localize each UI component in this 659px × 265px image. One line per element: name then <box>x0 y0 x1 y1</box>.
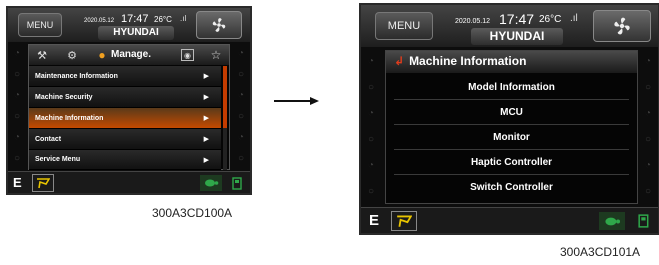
scrollbar-thumb[interactable] <box>223 66 227 128</box>
menu-button[interactable]: MENU <box>375 12 433 40</box>
attachment-icon <box>37 178 50 189</box>
menu-item-service-menu[interactable]: Service Menu ▶ <box>29 150 221 170</box>
fuel-icon <box>228 174 248 192</box>
chevron-right-icon: ▶ <box>203 115 209 122</box>
star-icon[interactable]: ☆ <box>209 48 223 62</box>
right-indicator-column: ◔ ○ ◔ ○ ◔ ○ <box>237 48 245 164</box>
chevron-right-icon: ▶ <box>203 136 209 143</box>
manage-menu-list: Maintenance Information ▶ Machine Securit… <box>29 66 229 170</box>
fan-icon <box>614 17 630 35</box>
left-indicator-column: ◔ ○ ◔ ○ ◔ ○ <box>367 56 375 197</box>
list-item-mcu[interactable]: MCU <box>394 100 629 125</box>
menu-header: ⚒ ⚙ ● Manage. ◉ ☆ <box>29 45 229 65</box>
camera-icon[interactable]: ◉ <box>181 49 194 61</box>
top-bar: MENU 2020.05.12 17:47 26°C .ıl HYUNDAI <box>8 8 250 42</box>
caption-left: 300A3CD100A <box>152 206 233 220</box>
gear-indicator: E <box>13 175 22 190</box>
signal-icon: .ıl <box>180 14 187 23</box>
back-arrow-icon[interactable]: ↲ <box>394 54 404 68</box>
fan-button[interactable] <box>593 10 651 42</box>
fan-icon <box>212 18 226 32</box>
bucket-icon[interactable] <box>32 174 54 192</box>
temperature-text: 26°C <box>154 15 172 24</box>
menu-item-machine-security[interactable]: Machine Security ▶ <box>29 87 221 108</box>
time-text: 17:47 <box>499 11 535 27</box>
list-item-switch-controller[interactable]: Switch Controller <box>394 175 629 200</box>
wrench-icon[interactable]: ⚒ <box>35 48 49 62</box>
fan-button[interactable] <box>196 11 242 39</box>
menu-button[interactable]: MENU <box>18 13 62 37</box>
menu-scrollbar[interactable] <box>223 66 227 170</box>
chevron-right-icon: ▶ <box>203 94 209 101</box>
user-icon[interactable]: ● <box>95 48 109 62</box>
panel-title: ↲ Machine Information <box>394 54 526 68</box>
monitor-screen-manage: MENU 2020.05.12 17:47 26°C .ıl HYUNDAI ◔… <box>6 6 252 195</box>
chevron-right-icon: ▶ <box>203 73 209 80</box>
manage-label: Manage. <box>111 49 152 60</box>
menu-item-maintenance-information[interactable]: Maintenance Information ▶ <box>29 66 221 87</box>
bucket-icon[interactable] <box>391 211 417 231</box>
panel-title-bar: ↲ Machine Information <box>386 51 637 73</box>
caption-right: 300A3CD101A <box>560 245 641 259</box>
eco-turtle-icon <box>200 175 222 191</box>
time-text: 17:47 <box>121 13 149 25</box>
temperature-text: 26°C <box>539 14 562 25</box>
attachment-icon <box>397 215 412 227</box>
list-item-model-information[interactable]: Model Information <box>394 75 629 100</box>
chevron-right-icon: ▶ <box>203 156 209 164</box>
gear-indicator: E <box>369 212 380 229</box>
transition-arrow-icon <box>274 97 319 105</box>
monitor-screen-machine-information: MENU 2020.05.12 17:47 26°C .ıl HYUNDAI ◔… <box>359 3 659 235</box>
list-item-haptic-controller[interactable]: Haptic Controller <box>394 150 629 175</box>
gear-icon[interactable]: ⚙ <box>65 48 79 62</box>
date-text: 2020.05.12 <box>455 18 491 25</box>
signal-icon: .ıl <box>570 13 578 24</box>
date-text: 2020.05.12 <box>84 18 115 24</box>
brand-label: HYUNDAI <box>98 26 174 40</box>
menu-item-machine-information[interactable]: Machine Information ▶ <box>29 108 221 129</box>
left-indicator-column: ◔ ○ ◔ ○ ◔ ○ <box>13 48 21 164</box>
bottom-status-bar: E <box>361 207 658 233</box>
list-item-monitor[interactable]: Monitor <box>394 125 629 150</box>
fuel-icon <box>633 211 655 231</box>
menu-item-contact[interactable]: Contact ▶ <box>29 129 221 150</box>
manage-menu-panel: ⚒ ⚙ ● Manage. ◉ ☆ Maintenance Informatio… <box>28 44 230 170</box>
right-indicator-column: ◔ ○ ◔ ○ ◔ ○ <box>644 56 652 197</box>
brand-label: HYUNDAI <box>471 28 563 45</box>
eco-turtle-icon <box>599 212 625 230</box>
top-bar: MENU 2020.05.12 17:47 26°C .ıl HYUNDAI <box>361 5 658 47</box>
machine-information-panel: ↲ Machine Information Model Information … <box>385 50 638 204</box>
bottom-status-bar: E <box>8 171 250 193</box>
panel-title-text: Machine Information <box>409 54 527 68</box>
